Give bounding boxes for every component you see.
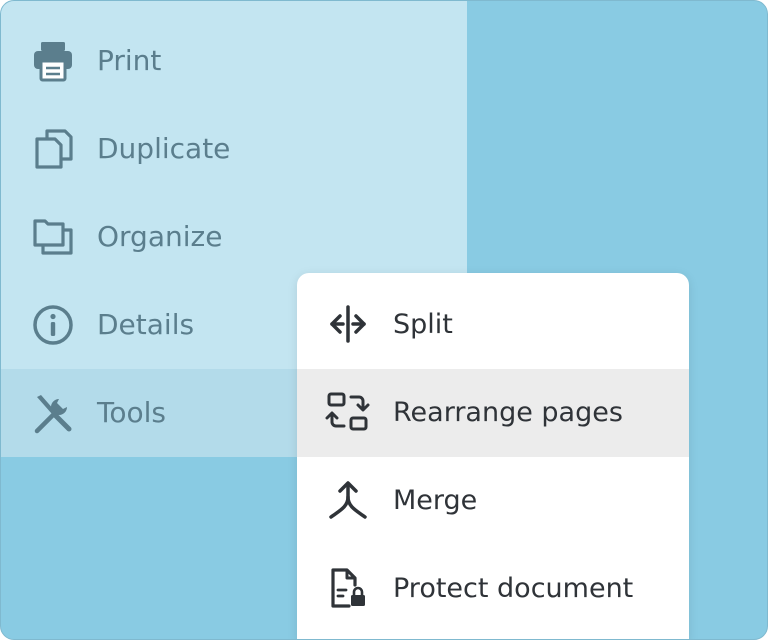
folders-icon: [31, 215, 75, 259]
side-item-organize[interactable]: Organize: [1, 193, 467, 281]
side-item-label: Tools: [97, 396, 166, 429]
split-icon: [325, 301, 371, 347]
side-item-label: Organize: [97, 220, 223, 253]
tools-icon: [31, 391, 75, 435]
submenu-item-label: Rearrange pages: [393, 397, 623, 428]
tools-submenu: Split Rearrange pages Merge Protect docu…: [297, 273, 689, 639]
copy-icon: [31, 127, 75, 171]
side-item-label: Details: [97, 308, 195, 341]
submenu-item-label: Protect document: [393, 573, 634, 604]
submenu-item-merge[interactable]: Merge: [297, 457, 689, 545]
info-icon: [31, 303, 75, 347]
submenu-item-rearrange-pages[interactable]: Rearrange pages: [297, 369, 689, 457]
submenu-item-split[interactable]: Split: [297, 281, 689, 369]
submenu-item-label: Split: [393, 309, 453, 340]
app-window: Print Duplicate Organize Details Tools S…: [0, 0, 768, 640]
merge-icon: [325, 477, 371, 523]
lock-document-icon: [325, 565, 371, 611]
side-item-print[interactable]: Print: [1, 17, 467, 105]
side-item-duplicate[interactable]: Duplicate: [1, 105, 467, 193]
rearrange-icon: [325, 389, 371, 435]
side-item-label: Duplicate: [97, 132, 231, 165]
printer-icon: [31, 39, 75, 83]
submenu-item-label: Merge: [393, 485, 478, 516]
side-item-label: Print: [97, 44, 162, 77]
submenu-item-protect-document[interactable]: Protect document: [297, 545, 689, 633]
